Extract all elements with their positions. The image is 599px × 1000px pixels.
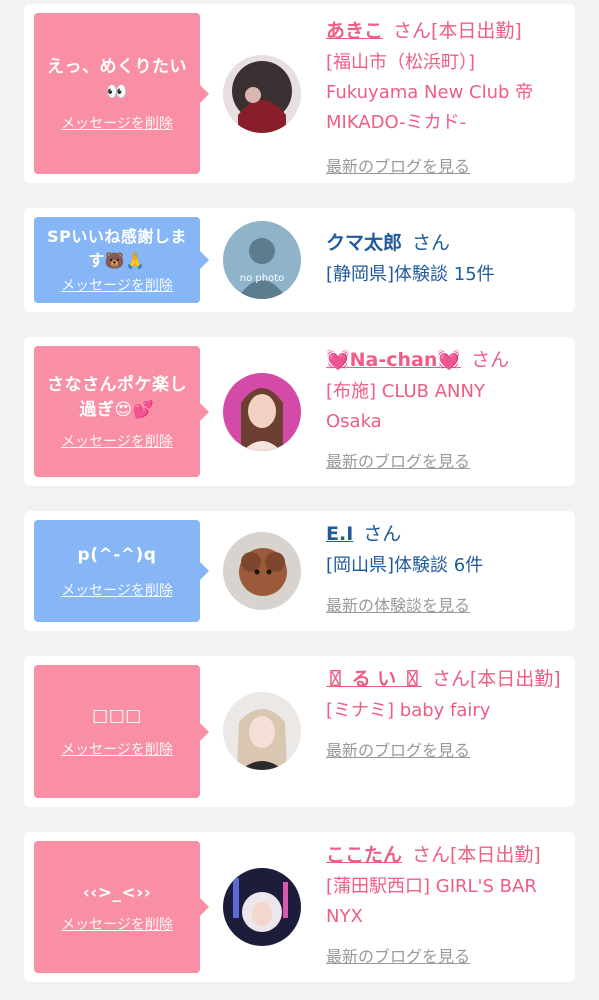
- latest-blog-link[interactable]: 最新のブログを見る: [326, 738, 566, 764]
- delete-message-link[interactable]: メッセージを削除: [61, 580, 173, 600]
- profile-info: クマ太郎 さん [静岡県]体験談 15件: [326, 228, 566, 290]
- message-text: p(^-^)q: [77, 544, 157, 565]
- message-bubble: ‹‹>_<›› メッセージを削除: [34, 841, 209, 973]
- latest-blog-link[interactable]: 最新のブログを見る: [326, 944, 566, 970]
- message-bubble: p(^-^)q メッセージを削除: [34, 520, 209, 622]
- list-item: □□□ メッセージを削除 〿 る い 〿さん[本日出勤] [ミナミ] baby …: [24, 656, 575, 807]
- message-text: □□□: [92, 706, 142, 726]
- delete-message-link[interactable]: メッセージを削除: [61, 113, 173, 133]
- delete-message-link[interactable]: メッセージを削除: [61, 739, 173, 759]
- shop-name[interactable]: [福山市（松浜町）] Fukuyama New Club 帝 MIKADO-ミカ…: [326, 48, 566, 138]
- message-bubble: SPいいね感謝します🐻🙏 メッセージを削除: [34, 217, 209, 303]
- profile-name-link[interactable]: あきこ: [326, 20, 383, 42]
- profile-info: 〿 る い 〿さん[本日出勤] [ミナミ] baby fairy 最新のブログを…: [326, 664, 566, 764]
- message-text: SPいいね感謝します🐻🙏: [47, 227, 187, 270]
- avatar[interactable]: [223, 55, 301, 133]
- profile-name-link[interactable]: E.I: [326, 523, 353, 545]
- profile-info: あきこ さん[本日出勤] [福山市（松浜町）] Fukuyama New Club…: [326, 16, 566, 180]
- name-suffix: さん: [471, 349, 510, 371]
- profile-name-link[interactable]: 〿 る い 〿: [326, 668, 422, 690]
- latest-review-link[interactable]: 最新の体験談を見る: [326, 593, 566, 619]
- message-list: えっ、めくりたい 👀 メッセージを削除 あきこ さん[本日出勤] [福山市（松浜町…: [0, 0, 599, 1000]
- latest-blog-link[interactable]: 最新のブログを見る: [326, 154, 566, 180]
- profile-info: E.I さん [岡山県]体験談 6件 最新の体験談を見る: [326, 519, 566, 619]
- profile-name-link[interactable]: ここたん: [326, 844, 402, 866]
- latest-blog-link[interactable]: 最新のブログを見る: [326, 449, 566, 475]
- profile-name-link[interactable]: 💓Na-chan💓: [326, 349, 461, 371]
- avatar[interactable]: [223, 532, 301, 610]
- message-text: ‹‹>_<››: [82, 882, 152, 903]
- delete-message-link[interactable]: メッセージを削除: [61, 275, 173, 295]
- message-bubble: さなさんポケ楽し過ぎ😍💕 メッセージを削除: [34, 346, 209, 477]
- no-photo-label: no photo: [239, 273, 285, 284]
- shop-name[interactable]: [布施] CLUB ANNY Osaka: [326, 377, 546, 437]
- list-item: えっ、めくりたい 👀 メッセージを削除 あきこ さん[本日出勤] [福山市（松浜町…: [24, 4, 575, 183]
- list-item: SPいいね感謝します🐻🙏 メッセージを削除 no photo クマ太郎 さん [静…: [24, 208, 575, 312]
- shop-name[interactable]: [ミナミ] baby fairy: [326, 696, 566, 726]
- profile-info: ここたん さん[本日出勤] [蒲田駅西口] GIRL'S BAR NYX 最新のブ…: [326, 840, 566, 970]
- avatar[interactable]: [223, 692, 301, 770]
- list-item: ‹‹>_<›› メッセージを削除 ここたん さん[本日出勤] [蒲田駅西口] GI…: [24, 832, 575, 982]
- message-text: えっ、めくりたい 👀: [47, 56, 187, 102]
- message-bubble: □□□ メッセージを削除: [34, 665, 209, 798]
- avatar[interactable]: no photo: [223, 221, 301, 299]
- avatar[interactable]: [223, 373, 301, 451]
- review-summary: [静岡県]体験談 15件: [326, 264, 495, 285]
- name-suffix: さん[本日出勤]: [393, 20, 522, 42]
- shop-name[interactable]: [蒲田駅西口] GIRL'S BAR NYX: [326, 872, 566, 932]
- list-item: さなさんポケ楽し過ぎ😍💕 メッセージを削除 💓Na-chan💓 さん [布施] C…: [24, 337, 575, 486]
- profile-info: 💓Na-chan💓 さん [布施] CLUB ANNY Osaka 最新のブログを…: [326, 345, 566, 475]
- profile-name: クマ太郎: [326, 232, 403, 254]
- name-suffix: さん: [363, 523, 402, 545]
- avatar[interactable]: [223, 868, 301, 946]
- list-item: p(^-^)q メッセージを削除 E.I さん [岡山県]体験談 6件 最新の体験…: [24, 511, 575, 631]
- review-summary: [岡山県]体験談 6件: [326, 555, 484, 576]
- message-text: さなさんポケ楽し過ぎ😍💕: [47, 374, 187, 420]
- delete-message-link[interactable]: メッセージを削除: [61, 914, 173, 934]
- name-suffix: さん[本日出勤]: [412, 844, 541, 866]
- name-suffix: さん[本日出勤]: [431, 668, 561, 690]
- delete-message-link[interactable]: メッセージを削除: [61, 431, 173, 451]
- message-bubble: えっ、めくりたい 👀 メッセージを削除: [34, 13, 209, 174]
- name-suffix: さん: [412, 232, 451, 254]
